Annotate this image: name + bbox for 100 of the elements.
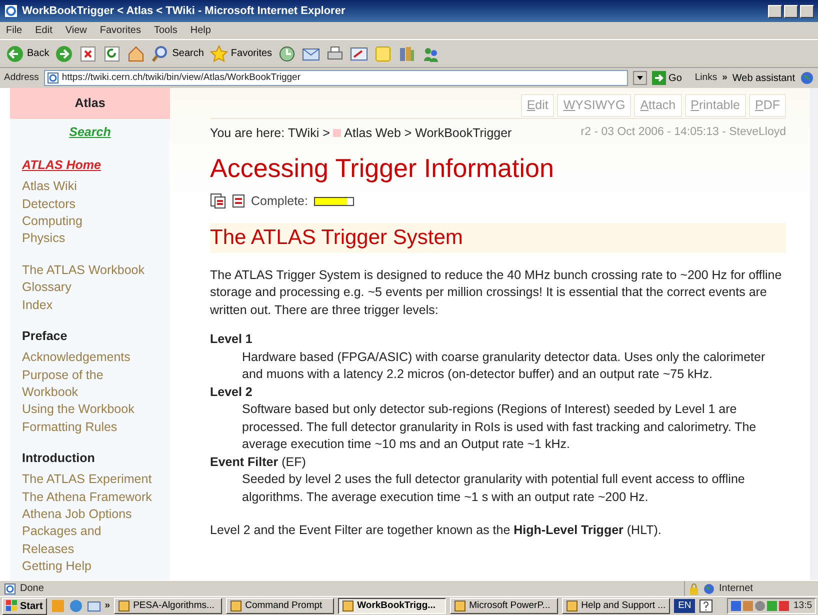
links-label[interactable]: Links	[694, 70, 718, 86]
task-button[interactable]: PESA-Algorithms...	[114, 598, 222, 614]
window-icon	[454, 600, 466, 612]
page-icon	[46, 72, 59, 84]
breadcrumb-separator: >	[403, 126, 413, 140]
search-icon	[151, 44, 170, 62]
globe-icon[interactable]	[800, 71, 814, 85]
toolbar-button[interactable]	[127, 44, 146, 62]
chevron-button[interactable]: »	[722, 70, 728, 86]
maximize-button[interactable]	[784, 4, 798, 18]
sidebar-link[interactable]: Index	[22, 296, 152, 314]
menu-item[interactable]: File	[6, 23, 22, 38]
web-assistant-button[interactable]: Web assistant	[732, 70, 795, 86]
scrollbar[interactable]	[810, 88, 818, 580]
sidebar-link[interactable]: Physics	[22, 230, 152, 248]
sidebar-link[interactable]: Athena Job Options	[22, 506, 152, 524]
window-icon	[230, 600, 242, 612]
breadcrumb-label: You are here:	[210, 126, 286, 140]
toolbar-button[interactable]	[103, 44, 122, 62]
quick-launch-icon[interactable]	[68, 599, 83, 613]
address-label: Address	[4, 70, 39, 85]
toolbar-button[interactable]: Back	[6, 44, 50, 62]
toolbar-button[interactable]	[350, 44, 368, 62]
breadcrumb-link[interactable]: Atlas Web	[344, 126, 401, 140]
tray-icons-drawing	[730, 600, 790, 612]
menu-item[interactable]: Help	[190, 23, 211, 38]
globe-icon	[703, 582, 715, 594]
window-icon	[118, 600, 130, 612]
task-button[interactable]: WorkBookTrigg...	[338, 598, 446, 614]
sidebar-link[interactable]: Getting Help	[22, 558, 152, 576]
toolbar-button[interactable]: Favorites	[210, 44, 272, 62]
language-indicator[interactable]: EN	[674, 598, 696, 614]
sidebar-link[interactable]: Detectors	[22, 196, 152, 214]
sidebar-link[interactable]: Acknowledgements	[22, 349, 152, 366]
pdf-pages-icon[interactable]	[210, 193, 226, 210]
toolbar-button[interactable]	[55, 44, 74, 62]
complete-label: Complete:	[251, 192, 308, 210]
note-icon	[374, 44, 392, 62]
home-link[interactable]: ATLAS Home	[10, 156, 170, 174]
printer-icon	[326, 44, 344, 62]
address-field[interactable]: https://twiki.cern.ch/twiki/bin/view/Atlas/WorkBookTrigger	[44, 70, 628, 86]
task-button[interactable]: Help and Support ...	[562, 598, 670, 614]
section-title: The ATLAS Trigger System	[210, 223, 786, 253]
breadcrumb-separator: >	[322, 126, 331, 140]
go-button[interactable]: Go	[652, 70, 682, 86]
lock-icon	[689, 582, 699, 594]
paragraph: Level 2 and the Event Filter are together known as the High-Level Trigger (HLT).	[210, 522, 662, 540]
term: Event Filter	[210, 454, 278, 469]
windows-logo-icon	[6, 600, 18, 612]
description: Seeded by level 2 uses the full detector granularity with potential full event access to offline algorithms. The average execution time ~1 s with an output rate ~200 Hz.	[242, 471, 746, 506]
sidebar-link[interactable]: Computing	[22, 213, 152, 230]
sidebar-link[interactable]: Glossary	[22, 279, 152, 297]
go-arrow-icon	[652, 71, 666, 85]
history-icon	[278, 44, 296, 62]
revision-info: r2 - 03 Oct 2006 - 14:05:13 - SteveLloyd	[580, 124, 786, 140]
chevron-button[interactable]: »	[104, 598, 110, 614]
sidebar-link[interactable]: Atlas Wiki	[22, 178, 152, 196]
zone-text: Internet	[719, 582, 753, 596]
sidebar-link[interactable]: Packages and Releases	[22, 523, 152, 558]
browser-icon	[4, 4, 18, 18]
section-heading: Introduction	[22, 450, 96, 468]
help-icon[interactable]	[699, 599, 714, 613]
close-button[interactable]	[800, 4, 814, 18]
mail-icon[interactable]	[86, 599, 101, 613]
menu-item[interactable]: View	[65, 23, 87, 38]
sidebar-link[interactable]: The Athena Framework	[22, 488, 152, 506]
task-button[interactable]: Command Prompt	[226, 598, 334, 614]
section-heading: Preface	[22, 328, 68, 346]
sidebar-link[interactable]: Using the Workbook	[22, 401, 152, 419]
status-text: Done	[20, 582, 44, 596]
menu-item[interactable]: Favorites	[100, 23, 141, 38]
start-button[interactable]: Start	[2, 598, 47, 614]
description: Software based but only detector sub-regions (Regions of Interest) seeded by Level 1 are processed. The full detector granularity in RoIs is used with fast tracking and calorimetry. The average execution time ~10 ms and an Output rate ~1 kHz.	[242, 401, 758, 454]
task-button[interactable]: Microsoft PowerP...	[450, 598, 558, 614]
dropdown-icon[interactable]	[632, 71, 647, 85]
clock: 13:5	[794, 598, 812, 613]
toolbar-button[interactable]	[278, 44, 296, 62]
toolbar-button[interactable]: Search	[151, 44, 204, 62]
menu-item[interactable]: Edit	[35, 23, 52, 38]
pdf-icon[interactable]	[232, 194, 245, 208]
paragraph: The ATLAS Trigger System is designed to reduce the 40 MHz bunch crossing rate to ~200 Hz for offline storage and processing e.g. ~5 events per million crossings! It is essential that the correct events are written out. There are three trigger levels:	[210, 266, 783, 319]
window-title: WorkBookTrigger < Atlas < TWiki - Microsoft Internet Explorer	[22, 4, 346, 19]
window-icon	[342, 600, 354, 612]
home-icon	[127, 44, 146, 62]
sidebar-link[interactable]: Purpose of the Workbook	[22, 366, 152, 402]
stop-icon	[79, 44, 98, 62]
minimize-button[interactable]	[768, 4, 782, 18]
toolbar-button[interactable]	[326, 44, 344, 62]
sidebar-link[interactable]: The ATLAS Experiment	[22, 471, 152, 489]
star-icon	[210, 44, 228, 62]
edit-icon	[350, 44, 368, 62]
sidebar-link[interactable]: The ATLAS Workbook	[22, 262, 152, 280]
menu-item[interactable]: Tools	[154, 23, 178, 38]
breadcrumb-link[interactable]: TWiki	[288, 126, 320, 140]
books-icon	[398, 44, 416, 62]
sidebar-link[interactable]: Formatting Rules	[22, 418, 152, 436]
toolbar-button[interactable]	[79, 44, 98, 62]
web-icon	[333, 129, 342, 138]
breadcrumb-current: WorkBookTrigger	[415, 126, 512, 140]
term: Level 1	[210, 332, 252, 346]
